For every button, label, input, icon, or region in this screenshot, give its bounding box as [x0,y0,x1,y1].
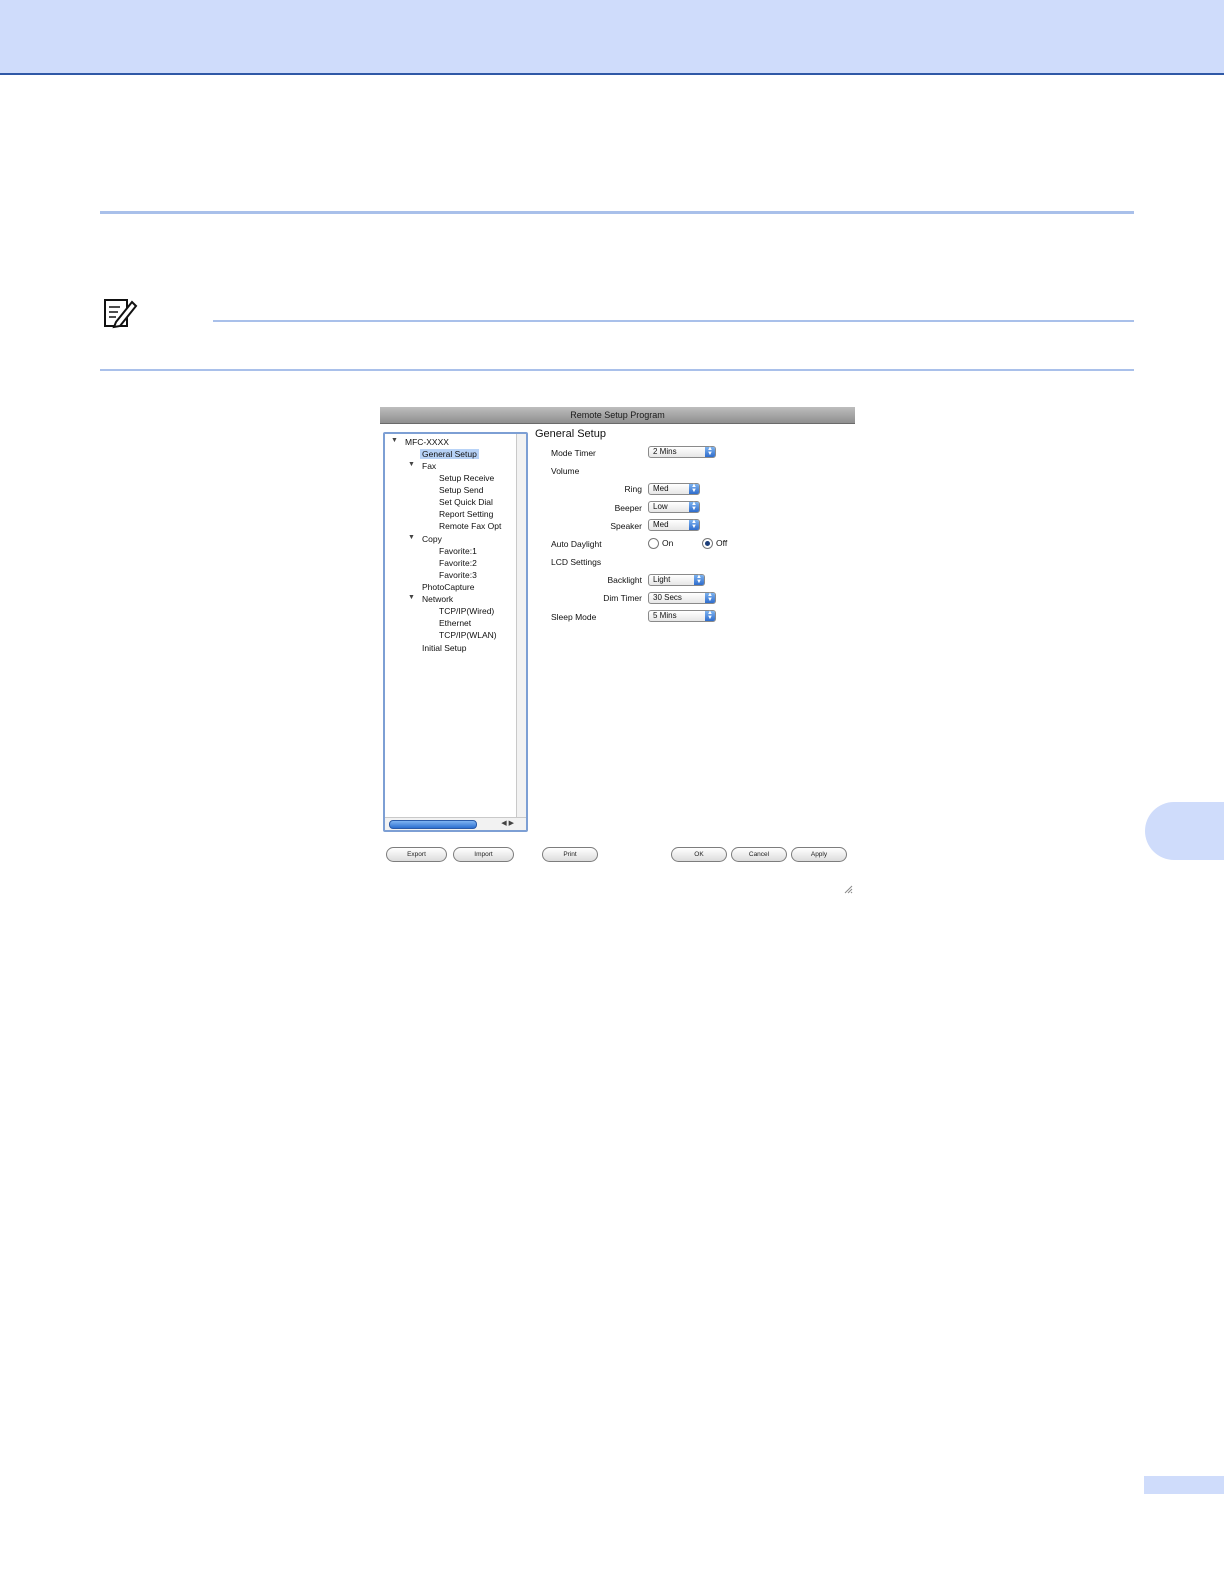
stepper-arrows-icon: ▲ ▼ [705,446,715,457]
speaker-label: Speaker [610,521,642,531]
volume-label: Volume [551,466,580,476]
panel-title: General Setup [535,428,606,440]
auto-daylight-on-label: On [662,538,674,548]
tree-item-tcpip-wired[interactable]: TCP/IP(Wired) [439,606,494,616]
backlight-select[interactable]: Light ▲ ▼ [648,574,705,586]
speaker-value: Med [653,520,669,529]
dim-timer-label: Dim Timer [603,593,642,603]
tree-item-copy[interactable]: Copy [422,534,442,544]
remote-setup-window: Remote Setup Program ▼ MFC-XXXX General … [380,407,856,897]
settings-tree[interactable]: ▼ MFC-XXXX General Setup ▼ Fax Setup Rec… [383,432,528,832]
window-title: Remote Setup Program [380,407,855,424]
sleep-mode-label: Sleep Mode [551,612,597,622]
beeper-select[interactable]: Low ▲ ▼ [648,501,700,513]
speaker-select[interactable]: Med ▲ ▼ [648,519,700,531]
auto-daylight-on-radio[interactable] [648,538,659,549]
stepper-arrows-icon: ▲ ▼ [689,519,699,530]
tree-item-root[interactable]: MFC-XXXX [405,437,449,447]
disclosure-triangle-icon[interactable]: ▼ [408,534,415,541]
scroll-thumb[interactable] [389,820,477,829]
lcd-settings-label: LCD Settings [551,557,602,567]
tree-item-setup-send[interactable]: Setup Send [439,485,483,495]
tree-item-remote-fax-opt[interactable]: Remote Fax Opt [439,521,501,531]
auto-daylight-off-label: Off [716,538,728,548]
page-number-tab [1144,1476,1224,1494]
tree-item-report-setting[interactable]: Report Setting [439,509,493,519]
stepper-arrows-icon: ▲ ▼ [705,592,715,603]
note-rule [213,320,1134,322]
mode-timer-value: 2 Mins [653,447,677,456]
tree-item-favorite-3[interactable]: Favorite:3 [439,570,477,580]
print-button[interactable]: Print [542,847,598,862]
auto-daylight-off-radio[interactable] [702,538,713,549]
tree-item-general-setup[interactable]: General Setup [420,449,479,459]
scroll-arrows-icon[interactable]: ◀▶ [501,819,516,827]
import-button[interactable]: Import [453,847,514,862]
section-rule [100,211,1134,214]
tree-item-favorite-2[interactable]: Favorite:2 [439,558,477,568]
apply-button[interactable]: Apply [791,847,847,862]
stepper-arrows-icon: ▲ ▼ [705,610,715,621]
ring-value: Med [653,484,669,493]
page-header-rule [0,73,1224,75]
backlight-value: Light [653,575,671,584]
ring-select[interactable]: Med ▲ ▼ [648,483,700,495]
auto-daylight-label: Auto Daylight [551,539,602,549]
tree-item-set-quick-dial[interactable]: Set Quick Dial [439,497,493,507]
disclosure-triangle-icon[interactable]: ▼ [391,437,398,444]
backlight-label: Backlight [607,575,643,585]
tree-item-ethernet[interactable]: Ethernet [439,618,471,628]
dim-timer-value: 30 Secs [653,593,682,602]
tree-item-setup-receive[interactable]: Setup Receive [439,473,494,483]
tree-item-network[interactable]: Network [422,594,453,604]
mode-timer-select[interactable]: 2 Mins ▲ ▼ [648,446,716,458]
tree-item-initial-setup[interactable]: Initial Setup [422,643,466,653]
ring-label: Ring [624,484,642,494]
export-button[interactable]: Export [386,847,447,862]
beeper-value: Low [653,502,668,511]
tree-item-fax[interactable]: Fax [422,461,436,471]
sleep-mode-value: 5 Mins [653,611,677,620]
vertical-scrollbar[interactable] [516,434,526,818]
stepper-arrows-icon: ▲ ▼ [689,501,699,512]
mode-timer-label: Mode Timer [551,448,596,458]
tree-item-tcpip-wlan[interactable]: TCP/IP(WLAN) [439,630,497,640]
stepper-arrows-icon: ▲ ▼ [689,483,699,494]
sleep-mode-select[interactable]: 5 Mins ▲ ▼ [648,610,716,622]
disclosure-triangle-icon[interactable]: ▼ [408,594,415,601]
dim-timer-select[interactable]: 30 Secs ▲ ▼ [648,592,716,604]
cancel-button[interactable]: Cancel [731,847,787,862]
page-header-band [0,0,1224,73]
tree-item-favorite-1[interactable]: Favorite:1 [439,546,477,556]
beeper-label: Beeper [614,503,642,513]
chapter-tab [1145,802,1224,860]
tree-item-photocapture[interactable]: PhotoCapture [422,582,474,592]
note-icon [104,299,138,329]
note-rule [100,369,1134,371]
resize-grip-icon[interactable] [844,885,853,894]
stepper-arrows-icon: ▲ ▼ [694,574,704,585]
horizontal-scrollbar[interactable]: ◀▶ [385,817,526,830]
ok-button[interactable]: OK [671,847,727,862]
disclosure-triangle-icon[interactable]: ▼ [408,461,415,468]
